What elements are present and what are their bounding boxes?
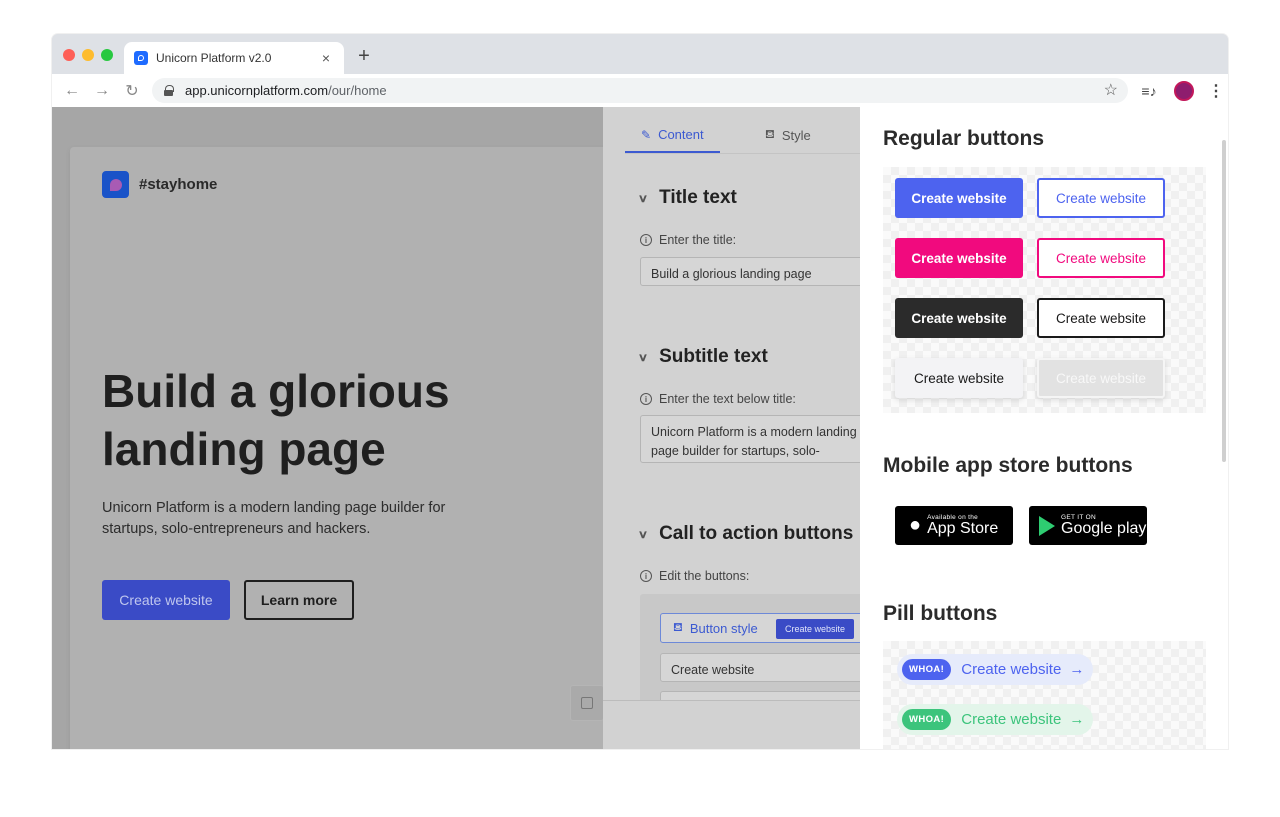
section-cta-buttons[interactable]: ∨ Call to action buttons xyxy=(637,523,854,545)
tab-content[interactable]: ✎ Content xyxy=(641,127,704,142)
style-option-blue-outline[interactable]: Create website xyxy=(1037,178,1165,218)
arrow-right-icon: → xyxy=(1069,661,1085,678)
bookmark-star-icon[interactable]: ☆ xyxy=(1104,80,1118,100)
forward-arrow-icon[interactable]: → xyxy=(87,82,117,100)
browser-toolbar: ← → ↻ app.unicornplatform.com/our/home ☆… xyxy=(52,74,1228,107)
tab-title: Unicorn Platform v2.0 xyxy=(156,51,272,65)
info-icon: i xyxy=(640,570,652,582)
page-viewport: #stayhome Build a glorious landing page … xyxy=(52,107,1228,749)
button-style-label: Button style xyxy=(689,620,758,636)
google-play-icon xyxy=(1039,515,1055,536)
back-arrow-icon[interactable]: ← xyxy=(57,82,87,100)
regular-buttons-heading: Regular buttons xyxy=(883,127,1044,150)
hero-subtitle: Unicorn Platform is a modern landing pag… xyxy=(102,500,446,537)
brand-name: #stayhome xyxy=(139,176,218,193)
info-icon: i xyxy=(640,234,652,246)
tab-content-label: Content xyxy=(658,127,704,142)
hint-text: Edit the buttons: xyxy=(659,569,750,583)
toolbar-right: ≡♪ ⋮ xyxy=(1134,74,1228,107)
style-option-pink-outline[interactable]: Create website xyxy=(1037,238,1165,278)
url-path: /our/home xyxy=(328,83,387,98)
lock-icon xyxy=(164,85,174,96)
pill-buttons-heading: Pill buttons xyxy=(883,602,998,625)
button-style-panel: Regular buttons Create website Create we… xyxy=(860,107,1228,749)
chevron-down-icon: ∨ xyxy=(637,528,649,541)
title-hint: i Enter the title: xyxy=(640,233,736,247)
learn-more-button[interactable]: Learn more xyxy=(244,580,354,620)
style-option-ghost[interactable]: Create website xyxy=(1037,358,1165,398)
google-play-text: GET IT ON Google play xyxy=(1061,514,1147,537)
tab-style[interactable]: ⛾ Style xyxy=(765,127,811,143)
browser-tab[interactable]: Unicorn Platform v2.0 × xyxy=(124,42,344,74)
tab-strip: Unicorn Platform v2.0 × + xyxy=(52,34,1228,74)
minimize-window-button[interactable] xyxy=(82,49,94,61)
tab-close-icon[interactable]: × xyxy=(318,50,334,66)
pill-label: Create website xyxy=(961,661,1062,678)
regular-buttons-grid: Create website Create website Create web… xyxy=(883,167,1206,413)
pill-badge: WHOA! xyxy=(902,709,952,730)
buttons-hint: i Edit the buttons: xyxy=(640,569,749,583)
new-tab-button[interactable]: + xyxy=(354,46,374,66)
close-window-button[interactable] xyxy=(63,49,75,61)
browser-menu-icon[interactable]: ⋮ xyxy=(1204,81,1228,101)
subtitle-textarea[interactable]: Unicorn Platform is a modern landing pag… xyxy=(640,415,880,463)
brand-logo-icon xyxy=(102,171,129,198)
section-title: Title text xyxy=(659,187,737,208)
profile-avatar[interactable] xyxy=(1174,80,1194,101)
active-tab-indicator xyxy=(625,151,720,153)
reload-icon[interactable]: ↻ xyxy=(117,81,147,101)
title-input[interactable]: Build a glorious landing page xyxy=(640,257,880,286)
hero-title: Build a glorious landing page xyxy=(102,365,450,475)
section-subtitle-text[interactable]: ∨ Subtitle text xyxy=(637,346,768,368)
subtitle-hint: i Enter the text below title: xyxy=(640,392,796,406)
editor-sidebar: ✎ Content ⛾ Style ∨ Title text i Enter the t… xyxy=(603,107,880,749)
style-option-dark-solid[interactable]: Create website xyxy=(895,298,1023,338)
pill-option-green[interactable]: WHOA! Create website → xyxy=(897,704,1093,735)
unicorn-favicon-icon xyxy=(134,51,148,65)
hint-text: Enter the text below title: xyxy=(659,392,796,406)
google-play-button[interactable]: GET IT ON Google play xyxy=(1029,506,1147,545)
pill-badge: WHOA! xyxy=(902,659,952,680)
panel-scrollbar[interactable] xyxy=(1222,140,1226,462)
paint-bucket-icon: ⛾ xyxy=(765,127,775,141)
arrow-right-icon: → xyxy=(1069,711,1085,728)
info-icon: i xyxy=(640,393,652,405)
section-title: Call to action buttons xyxy=(659,523,854,544)
landing-page-preview: #stayhome Build a glorious landing page … xyxy=(70,147,630,749)
chevron-down-icon: ∨ xyxy=(637,351,649,364)
editor-footer xyxy=(603,700,861,749)
style-option-dark-outline[interactable]: Create website xyxy=(1037,298,1165,338)
button-text-input[interactable]: Create website xyxy=(660,653,880,682)
button-style-picker[interactable]: ⛾ Button style Create website xyxy=(660,613,880,643)
paint-bucket-icon: ⛾ xyxy=(673,620,683,634)
button-style-preview: Create website xyxy=(776,619,854,639)
media-control-icon[interactable]: ≡♪ xyxy=(1134,83,1164,99)
app-store-text: Available on the App Store xyxy=(927,514,999,537)
editor-tabs: ✎ Content ⛾ Style xyxy=(625,107,861,154)
pill-label: Create website xyxy=(961,711,1062,728)
style-option-blue-solid[interactable]: Create website xyxy=(895,178,1023,218)
style-option-pink-solid[interactable]: Create website xyxy=(895,238,1023,278)
browser-window: Unicorn Platform v2.0 × + ← → ↻ app.unic… xyxy=(52,34,1228,749)
pencil-icon: ✎ xyxy=(641,127,652,142)
chevron-down-icon: ∨ xyxy=(637,192,649,205)
style-option-light-solid[interactable]: Create website xyxy=(895,358,1023,398)
maximize-window-button[interactable] xyxy=(101,49,113,61)
app-store-button[interactable]: ● Available on the App Store xyxy=(895,506,1013,545)
mobile-store-heading: Mobile app store buttons xyxy=(883,454,1133,477)
apple-icon: ● xyxy=(909,514,922,536)
hint-text: Enter the title: xyxy=(659,233,737,247)
address-bar[interactable]: app.unicornplatform.com/our/home ☆ xyxy=(152,78,1128,103)
create-website-button[interactable]: Create website xyxy=(102,580,230,620)
section-title-text[interactable]: ∨ Title text xyxy=(637,187,737,209)
pill-option-blue[interactable]: WHOA! Create website → xyxy=(897,654,1093,685)
url-host: app.unicornplatform.com xyxy=(185,83,329,98)
section-title: Subtitle text xyxy=(659,346,768,367)
save-icon[interactable] xyxy=(570,685,604,721)
tab-style-label: Style xyxy=(781,127,811,143)
